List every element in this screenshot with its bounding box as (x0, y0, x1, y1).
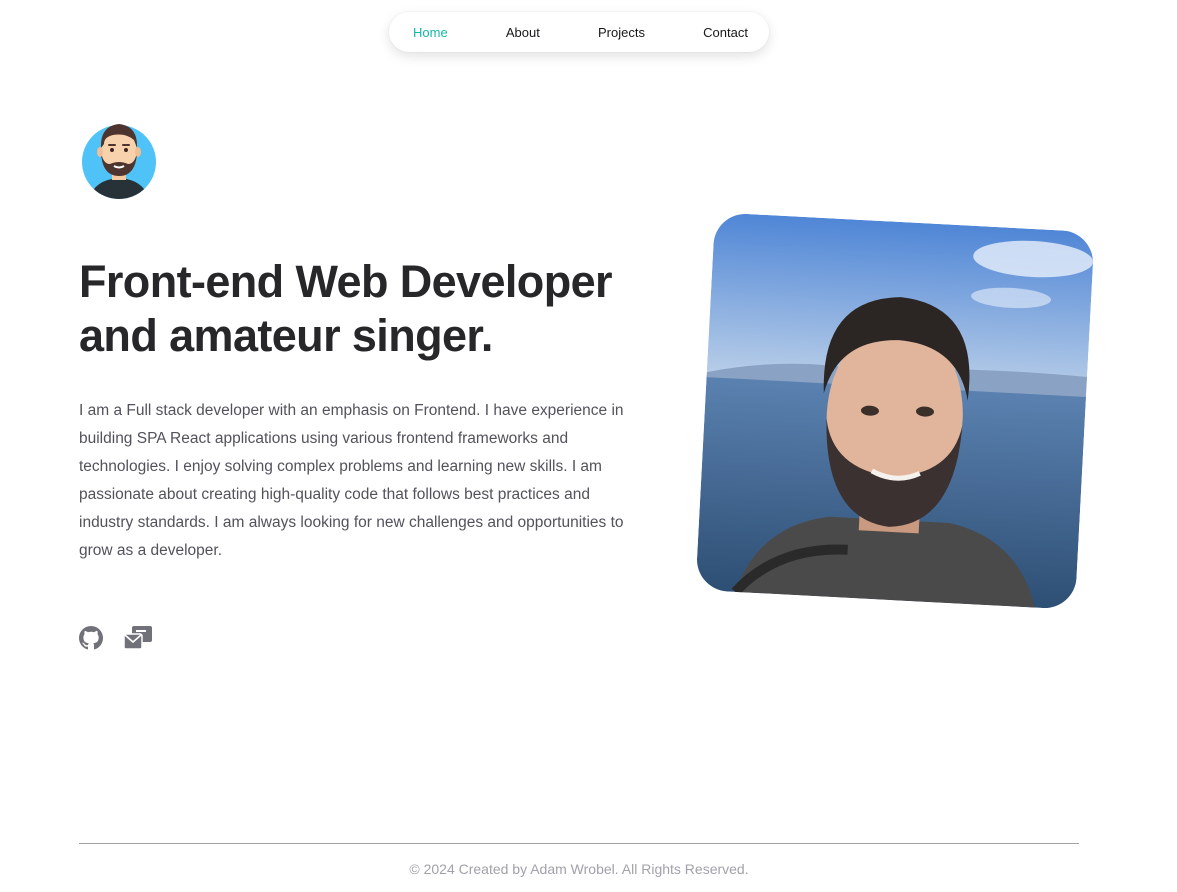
nav-projects[interactable]: Projects (598, 25, 645, 40)
hero-bio: I am a Full stack developer with an emph… (79, 402, 624, 559)
social-links (79, 624, 153, 652)
page: Home About Projects Contact Front-end We… (0, 0, 1177, 892)
main-nav: Home About Projects Contact (389, 12, 769, 52)
profile-photo (695, 212, 1095, 610)
nav-about[interactable]: About (506, 25, 540, 40)
footer-divider (79, 843, 1079, 844)
avatar[interactable] (80, 114, 158, 202)
github-icon[interactable] (79, 626, 103, 650)
headline-line2: and amateur singer. (79, 310, 493, 361)
nav-home[interactable]: Home (413, 25, 448, 40)
hero-headline: Front-end Web Developer and amateur sing… (79, 255, 639, 363)
mail-icon[interactable] (123, 624, 153, 652)
headline-line1: Front-end Web Developer (79, 256, 613, 307)
footer-copyright: © 2024 Created by Adam Wrobel. All Right… (409, 861, 749, 877)
nav-contact[interactable]: Contact (703, 25, 748, 40)
